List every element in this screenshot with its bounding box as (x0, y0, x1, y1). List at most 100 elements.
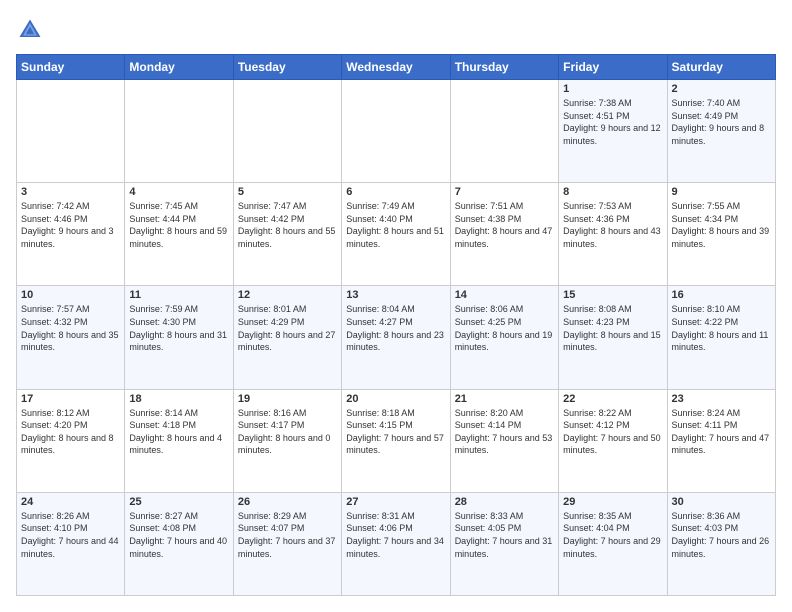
day-number: 9 (672, 186, 771, 198)
day-info: Sunrise: 7:57 AMSunset: 4:32 PMDaylight:… (21, 303, 120, 353)
weekday-header-friday: Friday (559, 55, 667, 80)
day-number: 22 (563, 393, 662, 405)
day-number: 23 (672, 393, 771, 405)
week-row-3: 10 Sunrise: 7:57 AMSunset: 4:32 PMDayligh… (17, 286, 776, 389)
day-info: Sunrise: 8:01 AMSunset: 4:29 PMDaylight:… (238, 303, 337, 353)
day-info: Sunrise: 7:38 AMSunset: 4:51 PMDaylight:… (563, 97, 662, 147)
day-number: 17 (21, 393, 120, 405)
calendar-cell: 29 Sunrise: 8:35 AMSunset: 4:04 PMDayligh… (559, 492, 667, 595)
day-info: Sunrise: 8:24 AMSunset: 4:11 PMDaylight:… (672, 407, 771, 457)
day-info: Sunrise: 7:42 AMSunset: 4:46 PMDaylight:… (21, 200, 120, 250)
weekday-header-saturday: Saturday (667, 55, 775, 80)
day-info: Sunrise: 8:26 AMSunset: 4:10 PMDaylight:… (21, 510, 120, 560)
day-info: Sunrise: 8:36 AMSunset: 4:03 PMDaylight:… (672, 510, 771, 560)
calendar-cell: 10 Sunrise: 7:57 AMSunset: 4:32 PMDayligh… (17, 286, 125, 389)
week-row-2: 3 Sunrise: 7:42 AMSunset: 4:46 PMDaylight… (17, 183, 776, 286)
day-number: 28 (455, 496, 554, 508)
day-number: 12 (238, 289, 337, 301)
day-number: 26 (238, 496, 337, 508)
calendar-cell: 18 Sunrise: 8:14 AMSunset: 4:18 PMDayligh… (125, 389, 233, 492)
day-info: Sunrise: 8:33 AMSunset: 4:05 PMDaylight:… (455, 510, 554, 560)
day-number: 21 (455, 393, 554, 405)
day-number: 30 (672, 496, 771, 508)
calendar-cell (342, 80, 450, 183)
day-number: 29 (563, 496, 662, 508)
calendar-cell: 23 Sunrise: 8:24 AMSunset: 4:11 PMDayligh… (667, 389, 775, 492)
day-info: Sunrise: 8:04 AMSunset: 4:27 PMDaylight:… (346, 303, 445, 353)
calendar-cell (450, 80, 558, 183)
day-number: 4 (129, 186, 228, 198)
day-info: Sunrise: 8:35 AMSunset: 4:04 PMDaylight:… (563, 510, 662, 560)
calendar-cell: 25Sunrise: 8:27 AMSunset: 4:08 PMDayligh… (125, 492, 233, 595)
day-info: Sunrise: 8:06 AMSunset: 4:25 PMDaylight:… (455, 303, 554, 353)
day-number: 16 (672, 289, 771, 301)
day-number: 19 (238, 393, 337, 405)
day-info: Sunrise: 8:22 AMSunset: 4:12 PMDaylight:… (563, 407, 662, 457)
calendar-cell: 24 Sunrise: 8:26 AMSunset: 4:10 PMDayligh… (17, 492, 125, 595)
day-number: 25 (129, 496, 228, 508)
header (16, 16, 776, 44)
calendar-cell (125, 80, 233, 183)
calendar-table: SundayMondayTuesdayWednesdayThursdayFrid… (16, 54, 776, 596)
calendar-cell: 21 Sunrise: 8:20 AMSunset: 4:14 PMDayligh… (450, 389, 558, 492)
day-info: Sunrise: 8:08 AMSunset: 4:23 PMDaylight:… (563, 303, 662, 353)
calendar-cell: 11Sunrise: 7:59 AMSunset: 4:30 PMDayligh… (125, 286, 233, 389)
day-number: 2 (672, 83, 771, 95)
calendar-cell: 5 Sunrise: 7:47 AMSunset: 4:42 PMDaylight… (233, 183, 341, 286)
day-number: 3 (21, 186, 120, 198)
day-info: Sunrise: 8:20 AMSunset: 4:14 PMDaylight:… (455, 407, 554, 457)
calendar-cell: 30 Sunrise: 8:36 AMSunset: 4:03 PMDayligh… (667, 492, 775, 595)
day-number: 13 (346, 289, 445, 301)
calendar-cell: 8 Sunrise: 7:53 AMSunset: 4:36 PMDaylight… (559, 183, 667, 286)
day-number: 15 (563, 289, 662, 301)
week-row-4: 17 Sunrise: 8:12 AMSunset: 4:20 PMDayligh… (17, 389, 776, 492)
day-number: 27 (346, 496, 445, 508)
day-number: 7 (455, 186, 554, 198)
day-info: Sunrise: 7:40 AMSunset: 4:49 PMDaylight:… (672, 97, 771, 147)
day-info: Sunrise: 7:53 AMSunset: 4:36 PMDaylight:… (563, 200, 662, 250)
day-info: Sunrise: 8:12 AMSunset: 4:20 PMDaylight:… (21, 407, 120, 457)
calendar-cell: 15 Sunrise: 8:08 AMSunset: 4:23 PMDayligh… (559, 286, 667, 389)
calendar-cell: 7Sunrise: 7:51 AMSunset: 4:38 PMDaylight… (450, 183, 558, 286)
day-number: 11 (129, 289, 228, 301)
day-info: Sunrise: 8:10 AMSunset: 4:22 PMDaylight:… (672, 303, 771, 353)
logo (16, 16, 48, 44)
calendar-cell: 27 Sunrise: 8:31 AMSunset: 4:06 PMDayligh… (342, 492, 450, 595)
day-info: Sunrise: 8:31 AMSunset: 4:06 PMDaylight:… (346, 510, 445, 560)
calendar-cell: 17 Sunrise: 8:12 AMSunset: 4:20 PMDayligh… (17, 389, 125, 492)
weekday-header-monday: Monday (125, 55, 233, 80)
calendar-cell: 12 Sunrise: 8:01 AMSunset: 4:29 PMDayligh… (233, 286, 341, 389)
calendar-cell: 16 Sunrise: 8:10 AMSunset: 4:22 PMDayligh… (667, 286, 775, 389)
day-info: Sunrise: 8:29 AMSunset: 4:07 PMDaylight:… (238, 510, 337, 560)
day-number: 5 (238, 186, 337, 198)
day-info: Sunrise: 7:55 AMSunset: 4:34 PMDaylight:… (672, 200, 771, 250)
day-info: Sunrise: 7:45 AMSunset: 4:44 PMDaylight:… (129, 200, 228, 250)
calendar-cell: 28 Sunrise: 8:33 AMSunset: 4:05 PMDayligh… (450, 492, 558, 595)
day-number: 18 (129, 393, 228, 405)
calendar-cell: 22 Sunrise: 8:22 AMSunset: 4:12 PMDayligh… (559, 389, 667, 492)
page: SundayMondayTuesdayWednesdayThursdayFrid… (0, 0, 792, 612)
weekday-header-wednesday: Wednesday (342, 55, 450, 80)
day-info: Sunrise: 7:47 AMSunset: 4:42 PMDaylight:… (238, 200, 337, 250)
day-number: 6 (346, 186, 445, 198)
day-number: 8 (563, 186, 662, 198)
calendar-cell: 2 Sunrise: 7:40 AMSunset: 4:49 PMDaylight… (667, 80, 775, 183)
calendar-cell: 14 Sunrise: 8:06 AMSunset: 4:25 PMDayligh… (450, 286, 558, 389)
day-info: Sunrise: 8:14 AMSunset: 4:18 PMDaylight:… (129, 407, 228, 457)
calendar-cell (233, 80, 341, 183)
week-row-1: 1Sunrise: 7:38 AMSunset: 4:51 PMDaylight… (17, 80, 776, 183)
logo-icon (16, 16, 44, 44)
day-number: 10 (21, 289, 120, 301)
day-info: Sunrise: 7:49 AMSunset: 4:40 PMDaylight:… (346, 200, 445, 250)
week-row-5: 24 Sunrise: 8:26 AMSunset: 4:10 PMDayligh… (17, 492, 776, 595)
calendar-cell (17, 80, 125, 183)
calendar-cell: 19Sunrise: 8:16 AMSunset: 4:17 PMDayligh… (233, 389, 341, 492)
day-number: 24 (21, 496, 120, 508)
day-number: 14 (455, 289, 554, 301)
day-number: 20 (346, 393, 445, 405)
calendar-cell: 13 Sunrise: 8:04 AMSunset: 4:27 PMDayligh… (342, 286, 450, 389)
calendar-cell: 6 Sunrise: 7:49 AMSunset: 4:40 PMDaylight… (342, 183, 450, 286)
weekday-header-thursday: Thursday (450, 55, 558, 80)
calendar-cell: 4 Sunrise: 7:45 AMSunset: 4:44 PMDaylight… (125, 183, 233, 286)
weekday-header-row: SundayMondayTuesdayWednesdayThursdayFrid… (17, 55, 776, 80)
